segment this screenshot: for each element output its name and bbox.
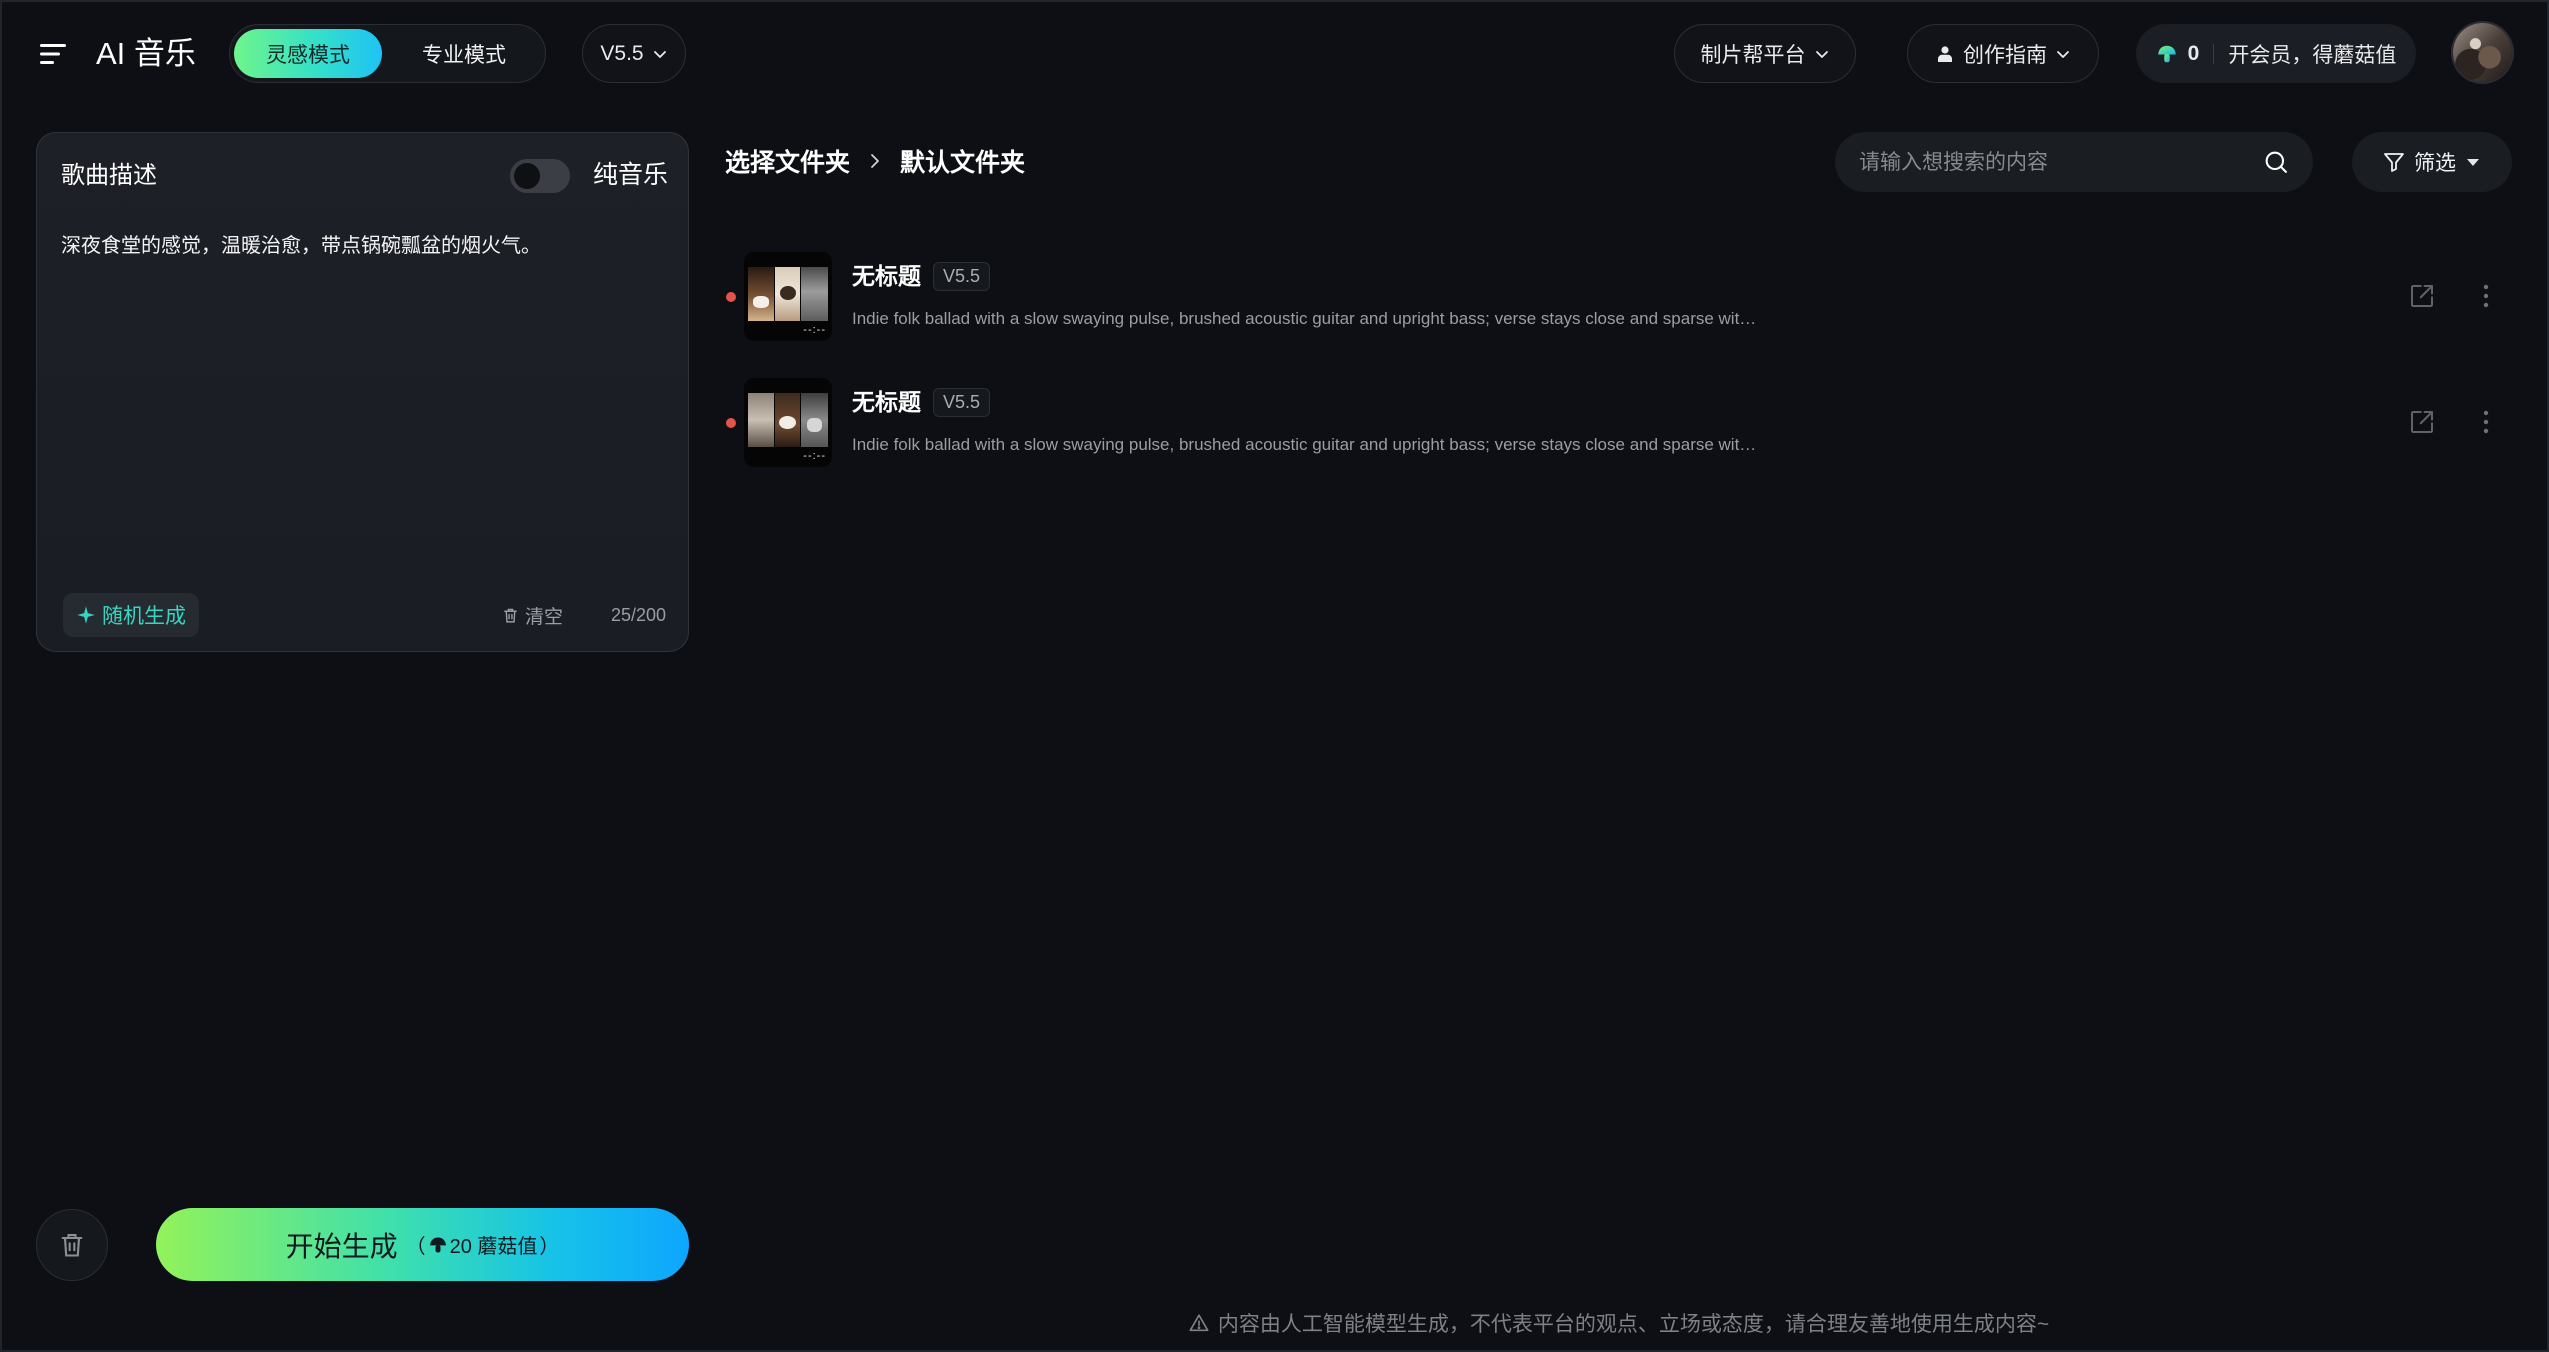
caret-down-icon [2464,153,2482,171]
unread-dot [726,292,736,302]
search-icon[interactable] [2262,148,2290,176]
delete-button[interactable] [36,1209,108,1281]
divider [2213,43,2215,64]
clear-label: 清空 [525,606,564,628]
song-description-panel: 歌曲描述 纯音乐 深夜食堂的感觉，温暖治愈，带点锅碗瓢盆的烟火气。 随机生成 清… [36,132,689,652]
version-label: V5.5 [600,41,644,65]
disclaimer: 内容由人工智能模型生成，不代表平台的观点、立场或态度，请合理友善地使用生成内容~ [725,1308,2512,1338]
song-description: Indie folk ballad with a slow swaying pu… [852,309,1757,328]
song-row[interactable]: --:-- 无标题 V5.5 Indie folk ballad with a … [720,378,2520,478]
trash-icon [502,607,519,624]
platform-label: 制片帮平台 [1700,43,1806,67]
generate-label: 开始生成 [285,1230,398,1262]
membership-button[interactable]: 0 开会员，得蘑菇值 [2136,24,2416,83]
song-title[interactable]: 无标题 [852,388,921,416]
breadcrumb: 选择文件夹 默认文件夹 [725,145,1025,177]
avatar[interactable] [2453,23,2512,82]
filter-icon [2382,150,2406,174]
random-generate-button[interactable]: 随机生成 [63,593,199,637]
search-input[interactable] [1857,132,2251,194]
instrumental-label: 纯音乐 [593,161,669,189]
instrumental-toggle[interactable] [510,159,570,193]
thumbnail-panel [748,393,774,447]
warning-icon [1188,1312,1210,1334]
mode-tab-professional[interactable]: 专业模式 [388,29,540,78]
more-vertical-icon[interactable] [2476,407,2496,437]
thumbnail-panel [748,267,774,321]
menu-icon[interactable] [40,43,66,65]
breadcrumb-root[interactable]: 选择文件夹 [725,143,850,179]
more-vertical-icon[interactable] [2476,281,2496,311]
thumbnail-panel [801,267,828,321]
unread-dot [726,418,736,428]
platform-dropdown[interactable]: 制片帮平台 [1674,24,1856,83]
song-thumbnail[interactable]: --:-- [744,252,832,341]
clear-button[interactable]: 清空 [502,602,563,628]
version-badge: V5.5 [933,388,990,417]
share-icon[interactable] [2407,407,2437,437]
random-generate-label: 随机生成 [102,605,186,628]
chevron-down-icon [1814,46,1830,62]
generate-cost: （ 20 蘑菇值 ） [406,1230,560,1259]
cost-close: ） [539,1236,560,1258]
mushroom-icon [2156,43,2178,65]
song-thumbnail[interactable]: --:-- [744,378,832,467]
panel-title: 歌曲描述 [61,162,157,189]
description-textarea[interactable]: 深夜食堂的感觉，温暖治愈，带点锅碗瓢盆的烟火气。 [61,231,666,571]
app-title: AI 音乐 [96,36,196,71]
mode-switch: 灵感模式 专业模式 [229,24,546,83]
chevron-right-icon [866,152,884,170]
person-icon [1935,44,1955,64]
version-badge: V5.5 [933,262,990,291]
chevron-down-icon [2055,46,2071,62]
thumbnail-panel [779,416,796,429]
breadcrumb-current[interactable]: 默认文件夹 [900,143,1025,179]
guide-label: 创作指南 [1963,43,2047,67]
membership-label: 开会员，得蘑菇值 [2228,43,2397,67]
filter-label: 筛选 [2414,152,2456,175]
guide-dropdown[interactable]: 创作指南 [1907,24,2099,83]
app-window: AI 音乐 灵感模式 专业模式 V5.5 制片帮平台 创作指南 0 开会员，得蘑… [0,0,2549,1352]
song-duration: --:-- [803,324,826,336]
song-description: Indie folk ballad with a slow swaying pu… [852,435,1757,454]
toggle-knob [514,163,540,189]
character-count: 25/200 [610,605,666,625]
cost-value: 20 蘑菇值 [449,1236,538,1258]
cost-open: （ [405,1236,426,1258]
mode-tab-inspiration[interactable]: 灵感模式 [234,29,382,78]
version-dropdown[interactable]: V5.5 [582,24,686,83]
chevron-down-icon [652,46,668,62]
trash-icon [58,1231,86,1259]
song-title[interactable]: 无标题 [852,262,921,290]
thumbnail-panel [780,286,796,300]
search-bar [1835,132,2313,194]
filter-button[interactable]: 筛选 [2352,132,2512,192]
mushroom-icon [428,1235,448,1255]
thumbnail-panel [753,296,769,308]
thumbnail-panel [807,418,822,432]
song-duration: --:-- [803,450,826,462]
generate-button[interactable]: 开始生成 （ 20 蘑菇值 ） [156,1208,689,1281]
song-row[interactable]: --:-- 无标题 V5.5 Indie folk ballad with a … [720,252,2520,352]
credit-balance: 0 [2187,41,2200,65]
sparkle-icon [76,605,96,625]
share-icon[interactable] [2407,281,2437,311]
disclaimer-text: 内容由人工智能模型生成，不代表平台的观点、立场或态度，请合理友善地使用生成内容~ [1217,1313,2050,1336]
